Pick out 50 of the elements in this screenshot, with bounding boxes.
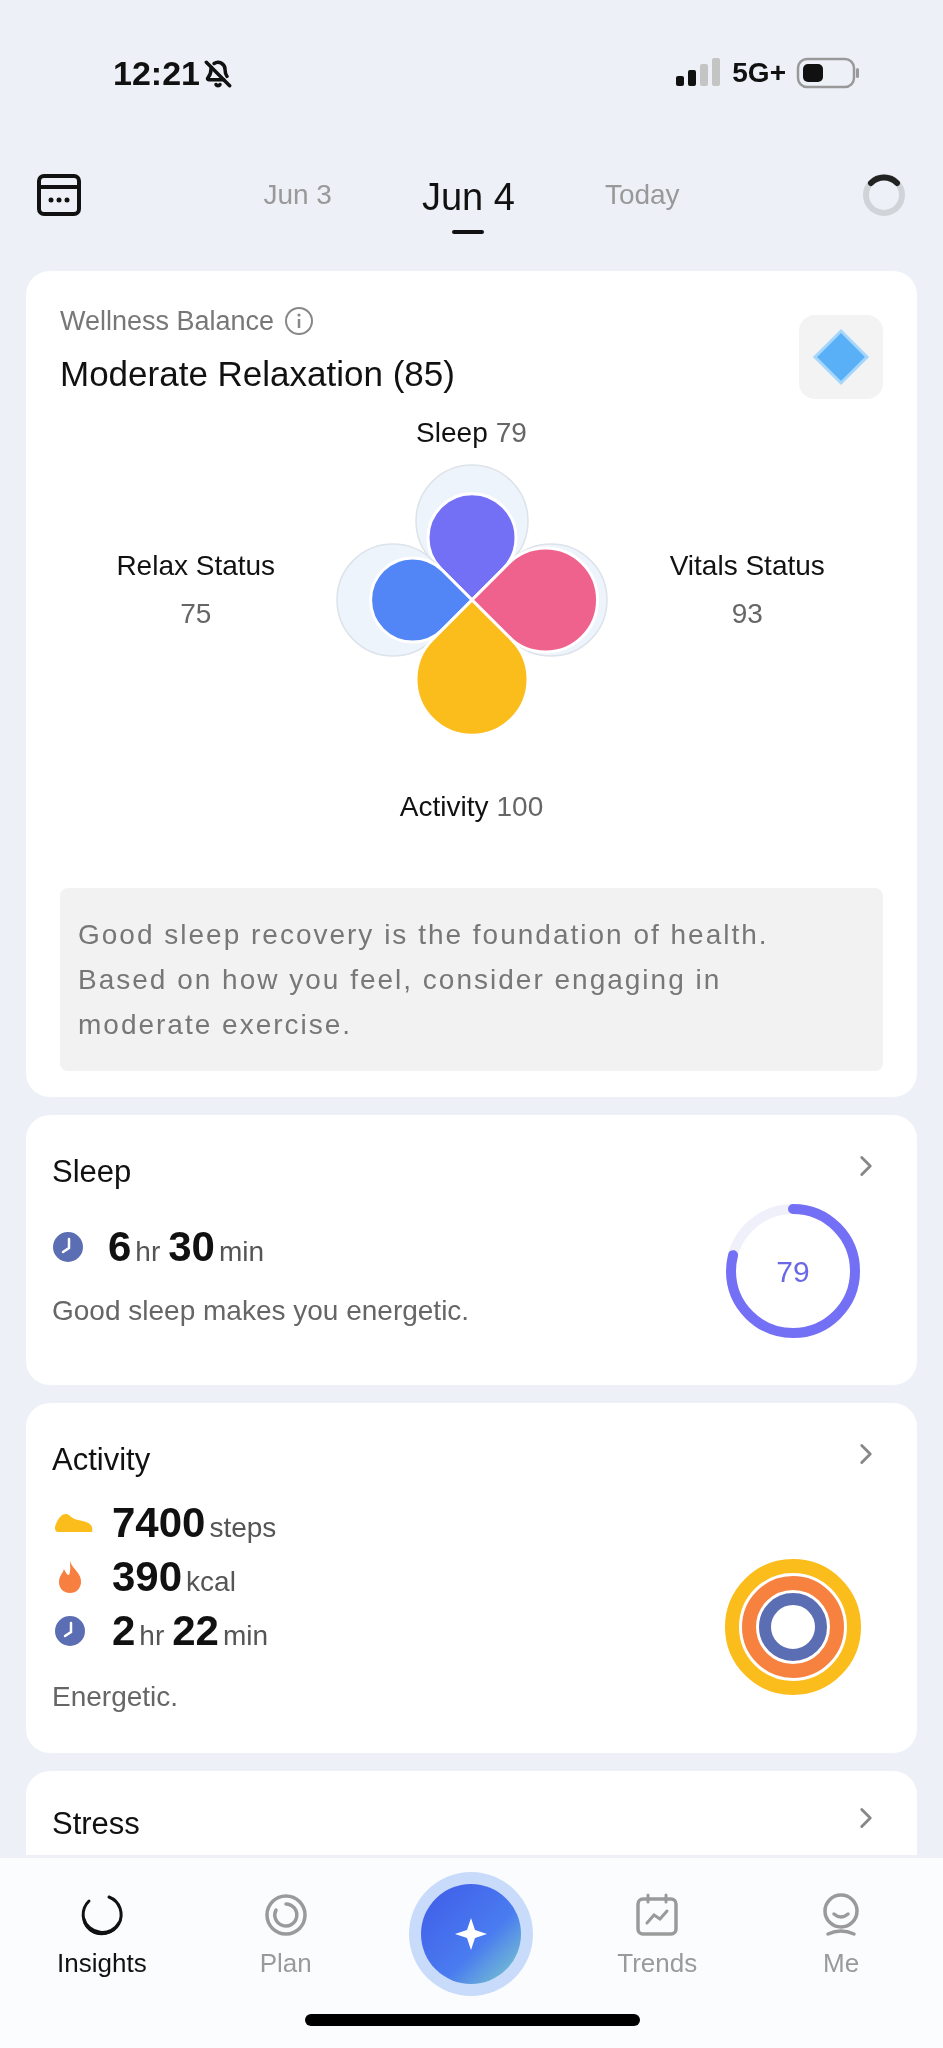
metric-value: 22 [172, 1609, 219, 1652]
advice-note: Good sleep recovery is the foundation of health. Based on how you feel, consider engaging in moderate exercise. [60, 888, 883, 1071]
activity-card[interactable]: Activity 7400 steps 390 kcal 2 hr 22 min Energetic. [26, 1403, 917, 1753]
metric-unit: min [219, 1237, 265, 1266]
sleep-caption: Good sleep makes you energetic. [52, 1293, 470, 1328]
dimension-score: 79 [495, 416, 527, 450]
clock-time: 12:21 [113, 53, 200, 94]
metric-unit: hr [135, 1237, 161, 1266]
metric-value: 30 [168, 1225, 215, 1268]
metric-unit: kcal [186, 1567, 236, 1596]
diamond-icon [811, 327, 871, 387]
date-tab[interactable]: Jun 4 [421, 156, 515, 234]
dimension-name: Activity [399, 790, 489, 824]
metric-value: 7400 [112, 1501, 206, 1544]
metric-value: 390 [112, 1555, 183, 1598]
dimension-score: 100 [496, 790, 544, 824]
metric-value: 6 [108, 1225, 132, 1268]
dimension-name: Relax Status [116, 549, 276, 583]
card-title: Sleep [52, 1153, 133, 1191]
metric-value: 2 [112, 1609, 136, 1652]
card-title: Activity [52, 1441, 152, 1479]
dimension-name: Vitals Status [669, 549, 825, 583]
circle-icon [262, 1892, 309, 1938]
clock-icon [52, 1230, 84, 1263]
info-icon[interactable] [284, 306, 315, 337]
sleep-score: 79 [776, 1253, 810, 1290]
activity-caption: Energetic. [52, 1679, 180, 1714]
activity-rings-icon [723, 1557, 863, 1697]
loading-icon[interactable] [861, 172, 907, 218]
calendar-icon[interactable] [36, 173, 82, 217]
chart-calendar-icon [634, 1892, 681, 1938]
metric-unit: hr [139, 1621, 165, 1650]
mute-icon [203, 59, 232, 88]
wellness-title: Moderate Relaxation (85) [60, 352, 455, 395]
metric-unit: min [223, 1621, 269, 1650]
dimension-score: 93 [731, 597, 763, 631]
battery-icon [796, 57, 860, 89]
diamond-button[interactable] [799, 315, 883, 399]
signal-icon [676, 58, 723, 88]
network-label: 5G+ [732, 56, 786, 90]
clock-icon [54, 1614, 86, 1647]
card-title: Stress [52, 1805, 140, 1843]
sleep-card[interactable]: Sleep 6 hr 30 min Good sleep makes you energetic. 79 [26, 1115, 917, 1385]
metric-unit: steps [209, 1513, 277, 1542]
stress-card[interactable]: Stress [26, 1771, 917, 1855]
wellness-label: Wellness Balance [60, 305, 275, 338]
dimension-score: 75 [180, 597, 212, 631]
dimension-name: Sleep [416, 416, 488, 450]
nav-tab[interactable]: Insights [41, 1892, 162, 1983]
assistant-button[interactable] [421, 1884, 522, 1984]
